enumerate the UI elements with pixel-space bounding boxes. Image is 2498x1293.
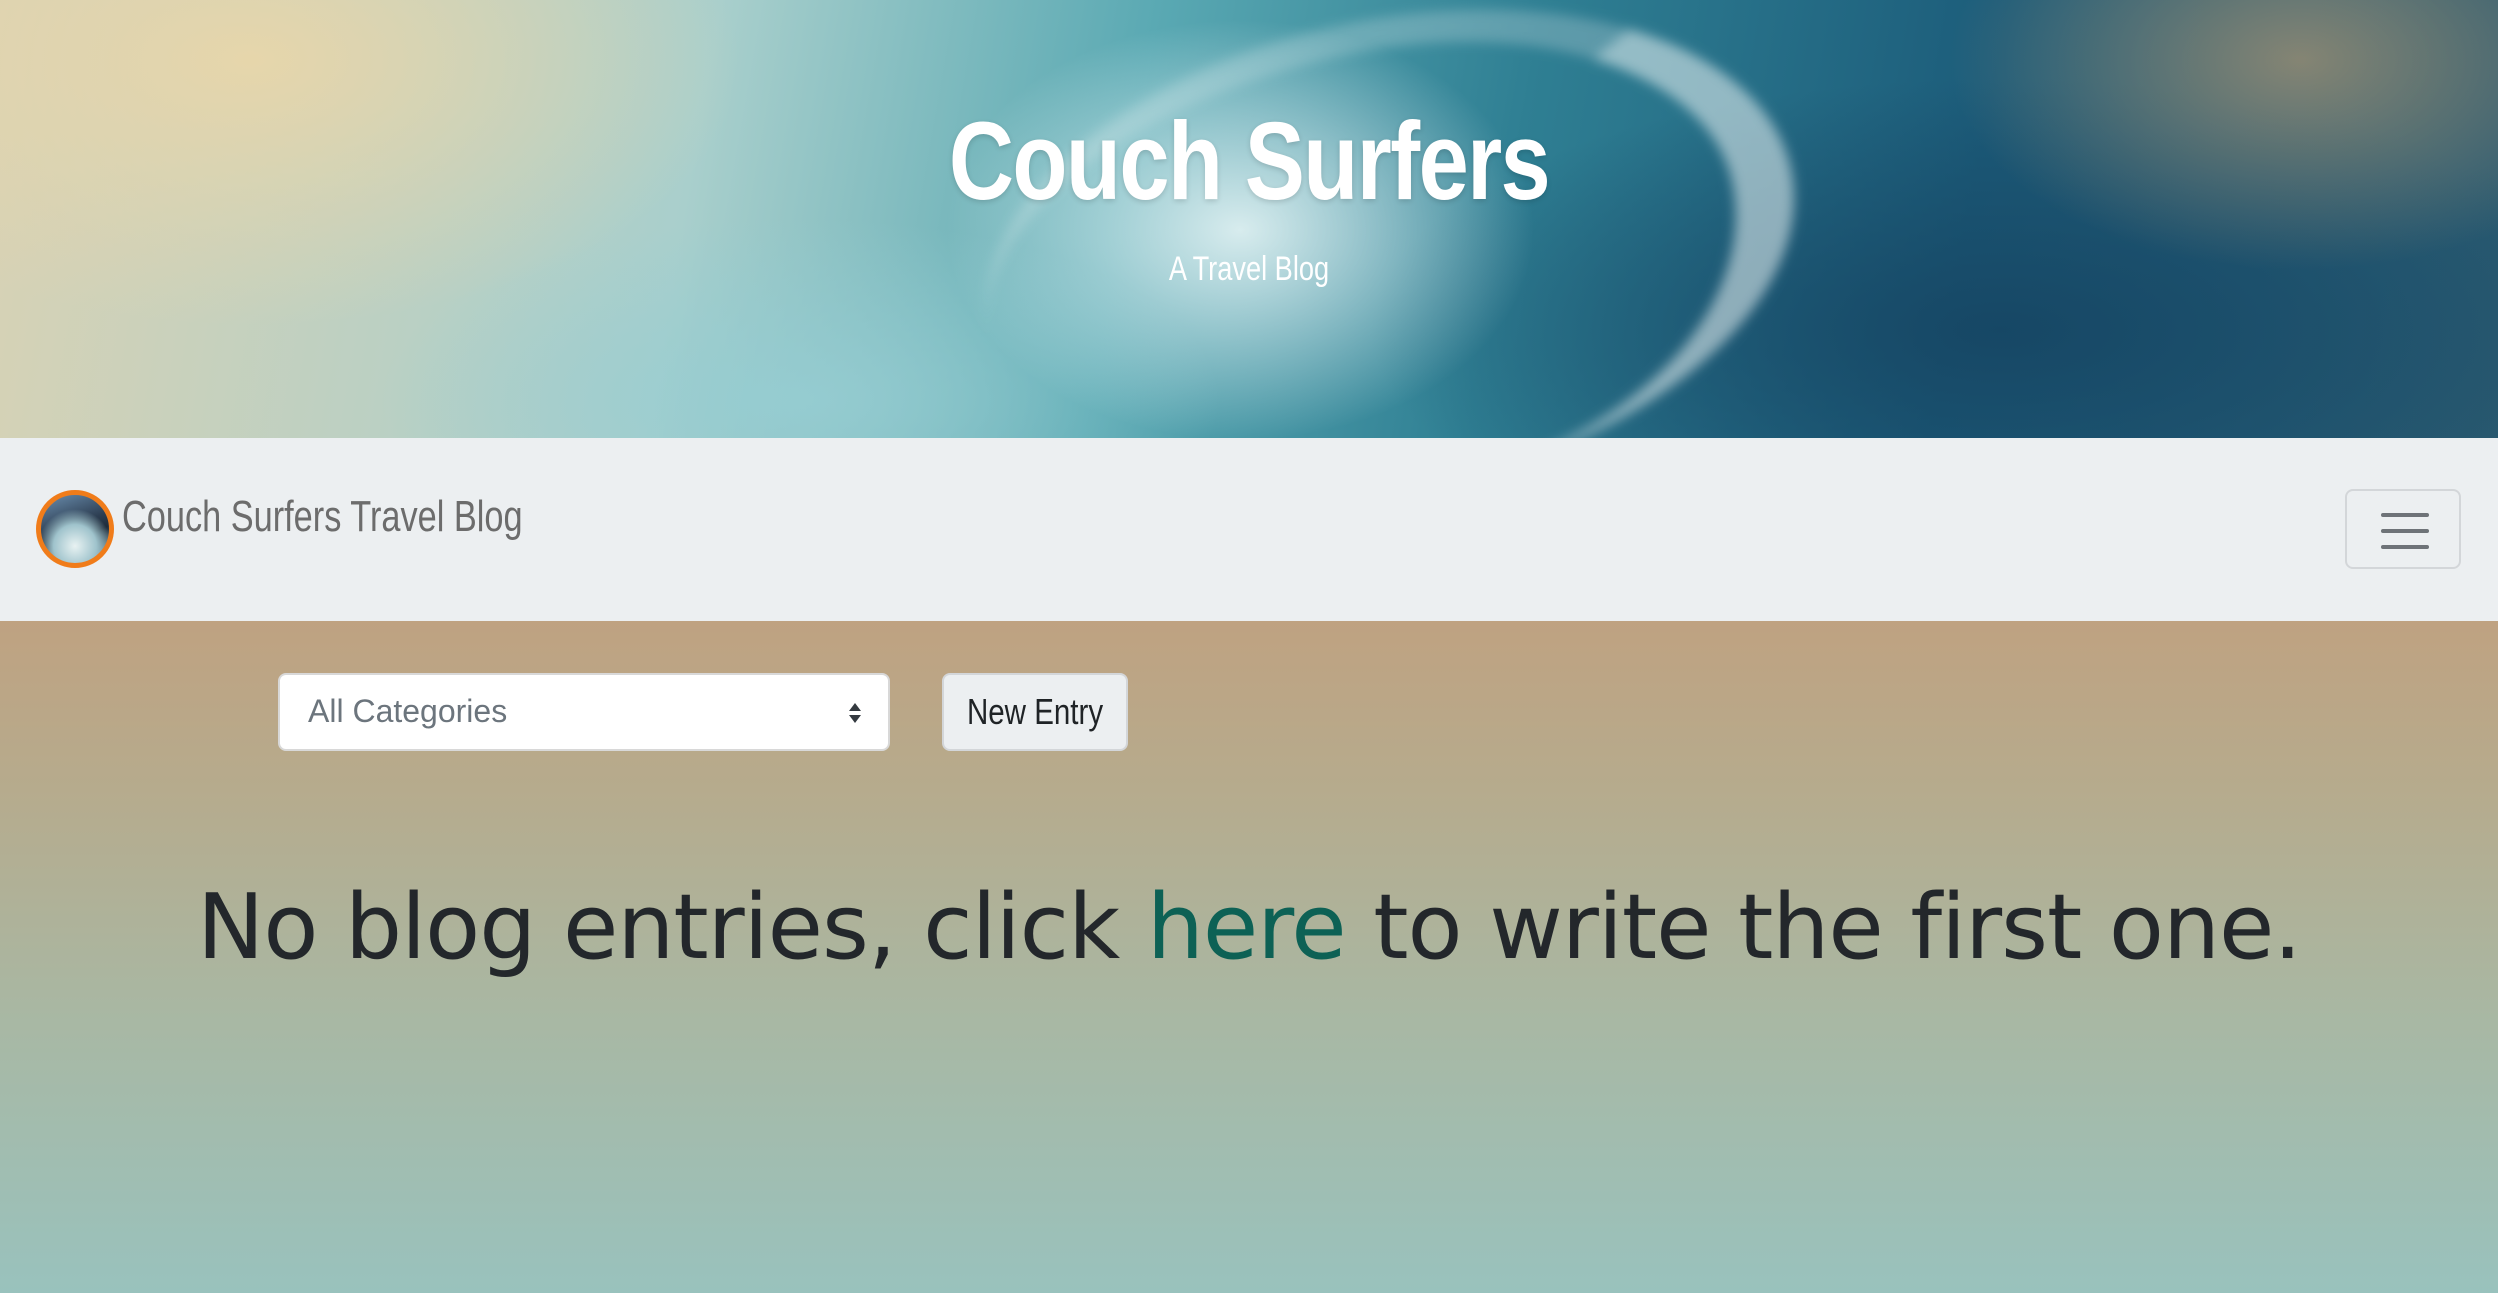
main-content: All Categories New Entry No blog entries… — [0, 621, 2498, 1293]
category-select-value: All Categories — [308, 693, 508, 729]
brand-link[interactable]: Couch Surfers Travel Blog — [122, 492, 523, 542]
empty-state-suffix: to write the first one. — [1345, 875, 2302, 980]
empty-state-prefix: No blog entries, click — [197, 875, 1147, 980]
site-subtitle: A Travel Blog — [1168, 250, 1330, 288]
empty-state-message: No blog entries, click here to write the… — [0, 875, 2498, 980]
navbar: Couch Surfers Travel Blog — [0, 438, 2498, 621]
navbar-toggle-button[interactable] — [2345, 489, 2461, 569]
page: Couch Surfers A Travel Blog Couch Surfer… — [0, 0, 2498, 1293]
category-select[interactable]: All Categories — [278, 673, 890, 751]
write-first-entry-link[interactable]: here — [1147, 875, 1347, 980]
brand-logo[interactable] — [36, 490, 114, 568]
new-entry-button[interactable]: New Entry — [942, 673, 1128, 751]
new-entry-label: New Entry — [966, 691, 1104, 732]
select-updown-icon — [849, 703, 861, 723]
hero-banner: Couch Surfers A Travel Blog — [0, 0, 2498, 438]
site-title: Couch Surfers — [948, 100, 1551, 223]
